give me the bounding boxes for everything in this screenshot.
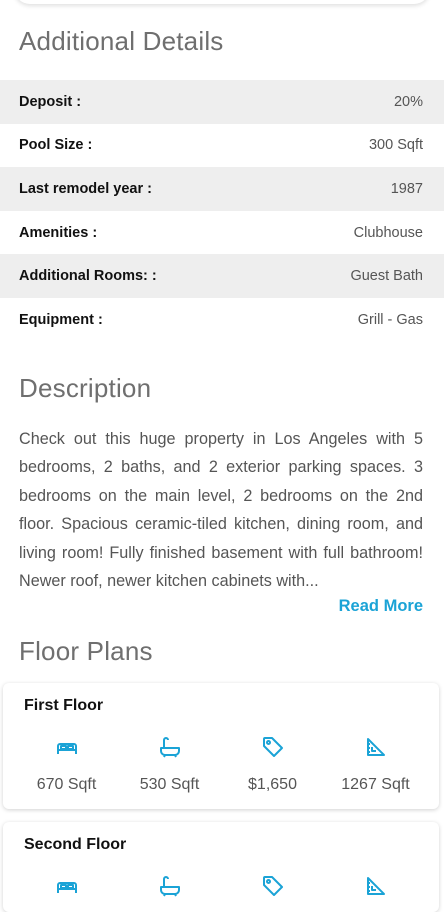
bathtub-icon — [159, 876, 180, 897]
stat-price — [221, 874, 324, 898]
floor-name: First Floor — [24, 697, 104, 714]
detail-row-amenities: Amenities : Clubhouse — [0, 211, 444, 255]
detail-label: Equipment : — [19, 311, 103, 328]
detail-row-equipment: Equipment : Grill - Gas — [0, 298, 444, 342]
read-more-link[interactable]: Read More — [339, 597, 423, 616]
stat-bathroom: 530 Sqft — [118, 735, 221, 794]
stat-bedroom — [15, 874, 118, 898]
details-table: Deposit : 20% Pool Size : 300 Sqft Last … — [0, 80, 444, 342]
stat-value: 1267 Sqft — [341, 776, 410, 793]
area-ruler-icon — [366, 877, 385, 895]
detail-label: Amenities : — [19, 224, 98, 241]
price-tag-icon — [262, 737, 283, 757]
detail-value: 300 Sqft — [368, 137, 423, 154]
stat-bedroom: 670 Sqft — [15, 735, 118, 794]
previous-card-edge — [14, 0, 430, 4]
detail-row-additional-rooms: Additional Rooms: : Guest Bath — [0, 254, 444, 298]
detail-label: Last remodel year : — [19, 180, 152, 197]
detail-value: 20% — [393, 93, 423, 110]
stat-value: $1,650 — [248, 776, 297, 793]
area-ruler-icon — [366, 738, 385, 756]
detail-label: Additional Rooms: : — [19, 268, 157, 285]
detail-row-pool-size: Pool Size : 300 Sqft — [0, 124, 444, 168]
detail-value: 1987 — [390, 180, 423, 197]
bed-icon — [56, 743, 77, 754]
detail-value: Grill - Gas — [357, 311, 423, 328]
bathtub-icon — [159, 737, 180, 758]
detail-value: Guest Bath — [350, 268, 423, 285]
floor-plan-card-first[interactable]: First Floor 670 Sqft 530 Sqft $1,650 126… — [3, 683, 439, 809]
description-title: Description — [19, 373, 152, 403]
stat-bathroom — [118, 874, 221, 898]
floor-plans-title: Floor Plans — [19, 636, 153, 666]
detail-row-last-remodel: Last remodel year : 1987 — [0, 167, 444, 211]
stat-area: 1267 Sqft — [324, 735, 427, 794]
additional-details-title: Additional Details — [19, 26, 224, 56]
detail-label: Deposit : — [19, 93, 82, 110]
floor-name: Second Floor — [24, 836, 127, 853]
detail-row-deposit: Deposit : 20% — [0, 80, 444, 124]
stat-price: $1,650 — [221, 735, 324, 794]
description-text: Check out this huge property in Los Ange… — [19, 430, 423, 591]
floor-stats — [3, 874, 439, 898]
stat-value: 670 Sqft — [36, 776, 97, 793]
floor-plan-card-second[interactable]: Second Floor — [3, 822, 439, 912]
stat-value: 530 Sqft — [139, 776, 200, 793]
detail-label: Pool Size : — [19, 137, 93, 154]
floor-stats: 670 Sqft 530 Sqft $1,650 1267 Sqft — [3, 735, 439, 794]
bed-icon — [56, 882, 77, 893]
detail-value: Clubhouse — [353, 224, 423, 241]
price-tag-icon — [262, 876, 283, 896]
stat-area — [324, 874, 427, 898]
